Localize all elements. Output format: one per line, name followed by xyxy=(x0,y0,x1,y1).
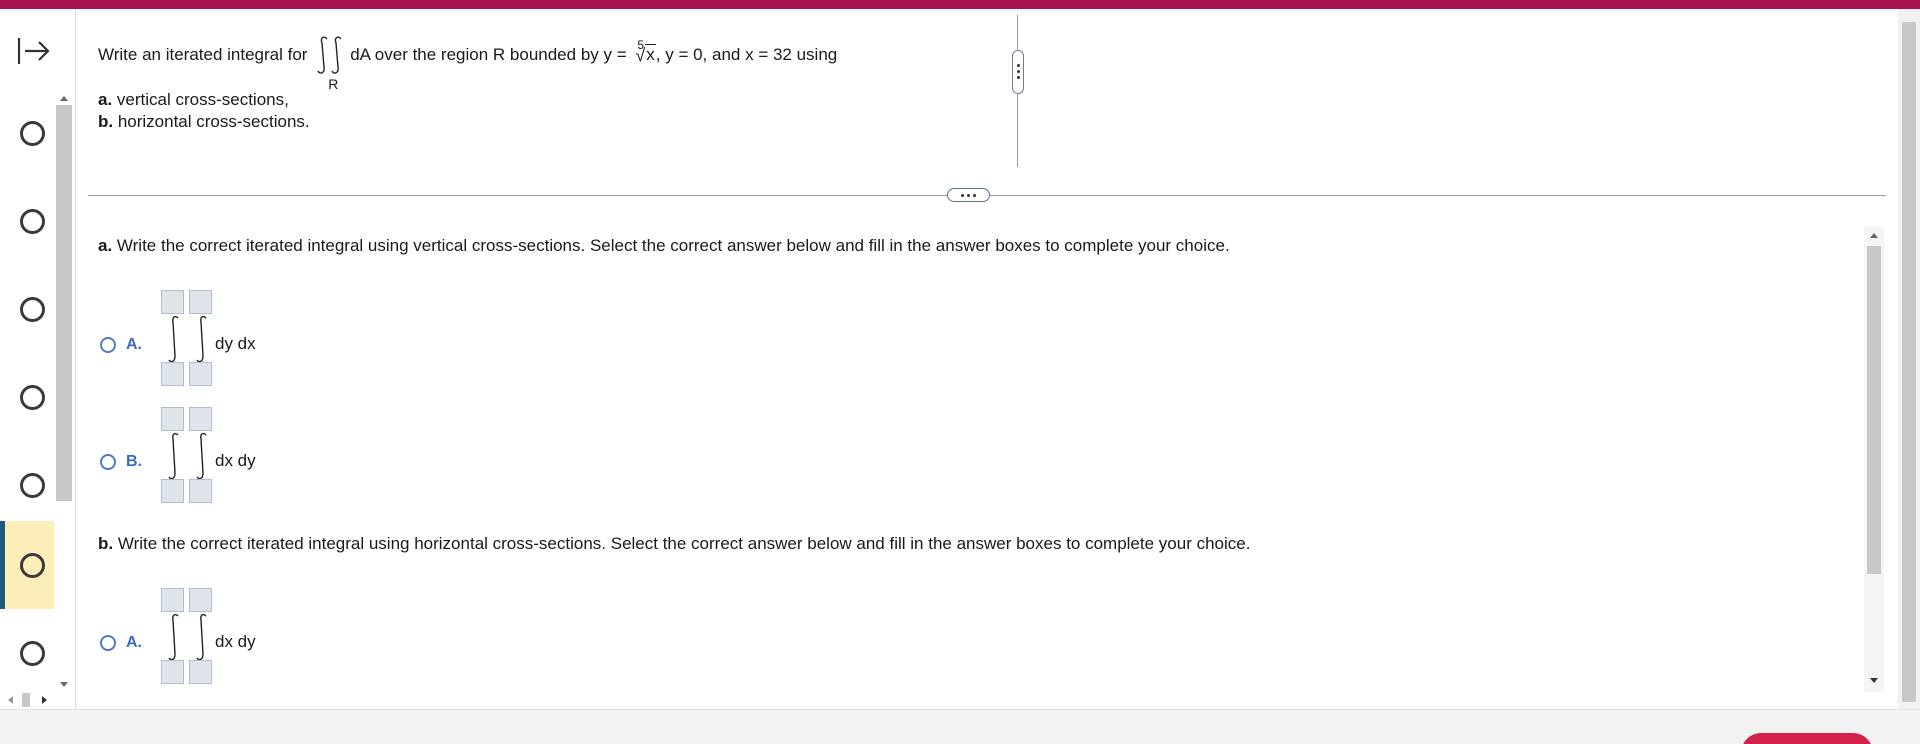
question-part-b: b. horizontal cross-sections. xyxy=(98,112,310,131)
question-nav-item[interactable] xyxy=(0,609,54,697)
region-subscript: R xyxy=(328,76,339,92)
footer-bar xyxy=(0,709,1920,744)
outer-lower-limit-input[interactable] xyxy=(161,660,184,684)
part-b-prompt: b. Write the correct iterated integral u… xyxy=(98,534,1251,553)
question-nav-item[interactable] xyxy=(0,353,54,441)
question-nav-item[interactable] xyxy=(0,265,54,353)
vertical-resize-handle[interactable] xyxy=(1012,50,1024,94)
horizontal-resize-handle[interactable] xyxy=(947,188,990,202)
scroll-left-icon[interactable] xyxy=(8,696,13,704)
unanswered-circle-icon xyxy=(20,473,45,498)
scroll-up-icon[interactable] xyxy=(60,96,68,101)
unanswered-circle-icon xyxy=(20,385,45,410)
question-nav-item-current[interactable] xyxy=(0,521,54,609)
part-a-choice-b[interactable]: B. dx dy xyxy=(100,407,300,511)
question-nav-item[interactable] xyxy=(0,89,54,177)
statement-intro: Write an iterated integral for xyxy=(98,45,308,64)
check-answer-button[interactable] xyxy=(1741,733,1873,744)
question-part-a: a. vertical cross-sections, xyxy=(98,90,289,109)
sidebar-scrollbar-thumb[interactable] xyxy=(56,105,72,501)
integral-icon xyxy=(168,613,179,661)
integral-icon xyxy=(196,432,207,480)
horizontal-scrollbar-thumb[interactable] xyxy=(22,693,30,707)
statement-rest: , y = 0, and x = 32 using xyxy=(655,45,838,64)
differential-label: dx dy xyxy=(215,451,256,470)
double-integral-symbol: R xyxy=(316,35,348,92)
choice-radio[interactable] xyxy=(100,454,116,470)
inner-lower-limit-input[interactable] xyxy=(189,660,212,684)
root-index: 5 xyxy=(637,37,645,52)
unanswered-circle-icon xyxy=(20,209,45,234)
brand-top-bar xyxy=(0,0,1920,9)
inner-lower-limit-input[interactable] xyxy=(189,362,212,386)
unanswered-circle-icon xyxy=(20,553,45,578)
differential-label: dx dy xyxy=(215,632,256,651)
outer-upper-limit-input[interactable] xyxy=(161,407,184,431)
integral-icon xyxy=(168,315,179,363)
collapse-sidebar-button[interactable] xyxy=(14,31,54,71)
outer-lower-limit-input[interactable] xyxy=(161,479,184,503)
page-scrollbar-thumb[interactable] xyxy=(1902,22,1916,702)
question-statement: Write an iterated integral for R dA over… xyxy=(98,35,838,92)
differential-label: dy dx xyxy=(215,334,256,353)
unanswered-circle-icon xyxy=(20,121,45,146)
inner-upper-limit-input[interactable] xyxy=(189,588,212,612)
inner-upper-limit-input[interactable] xyxy=(189,407,212,431)
choice-letter: A. xyxy=(126,634,142,651)
arrow-right-to-bar-icon xyxy=(17,38,50,64)
statement-integrand: dA over the region R bounded by y = xyxy=(350,45,627,64)
question-sidebar xyxy=(0,9,76,709)
scroll-right-icon[interactable] xyxy=(42,696,47,704)
scroll-down-icon[interactable] xyxy=(60,682,68,687)
unanswered-circle-icon xyxy=(20,297,45,322)
outer-upper-limit-input[interactable] xyxy=(161,588,184,612)
choice-radio[interactable] xyxy=(100,635,116,651)
part-a-prompt: a. Write the correct iterated integral u… xyxy=(98,236,1230,255)
inner-lower-limit-input[interactable] xyxy=(189,479,212,503)
outer-upper-limit-input[interactable] xyxy=(161,290,184,314)
answer-pane-scrollbar-thumb[interactable] xyxy=(1867,246,1881,574)
question-parts: a. vertical cross-sections, b. horizonta… xyxy=(98,89,310,133)
unanswered-circle-icon xyxy=(20,641,45,666)
fifth-root-expression: 5 √x xyxy=(631,38,656,67)
part-a-choice-a[interactable]: A. dy dx xyxy=(100,290,300,394)
part-b-choice-a[interactable]: A. dx dy xyxy=(100,588,300,692)
scroll-up-icon[interactable] xyxy=(1870,233,1878,238)
sidebar-horizontal-scrollbar[interactable] xyxy=(4,692,52,708)
question-nav-item[interactable] xyxy=(0,177,54,265)
integral-icon xyxy=(196,613,207,661)
outer-lower-limit-input[interactable] xyxy=(161,362,184,386)
integral-icon xyxy=(168,432,179,480)
inner-upper-limit-input[interactable] xyxy=(189,290,212,314)
scroll-down-icon[interactable] xyxy=(1870,678,1878,683)
choice-radio[interactable] xyxy=(100,337,116,353)
choice-letter: B. xyxy=(126,453,142,470)
question-nav-item[interactable] xyxy=(0,441,54,529)
choice-letter: A. xyxy=(126,336,142,353)
radicand: x xyxy=(645,44,656,65)
integral-icon xyxy=(196,315,207,363)
